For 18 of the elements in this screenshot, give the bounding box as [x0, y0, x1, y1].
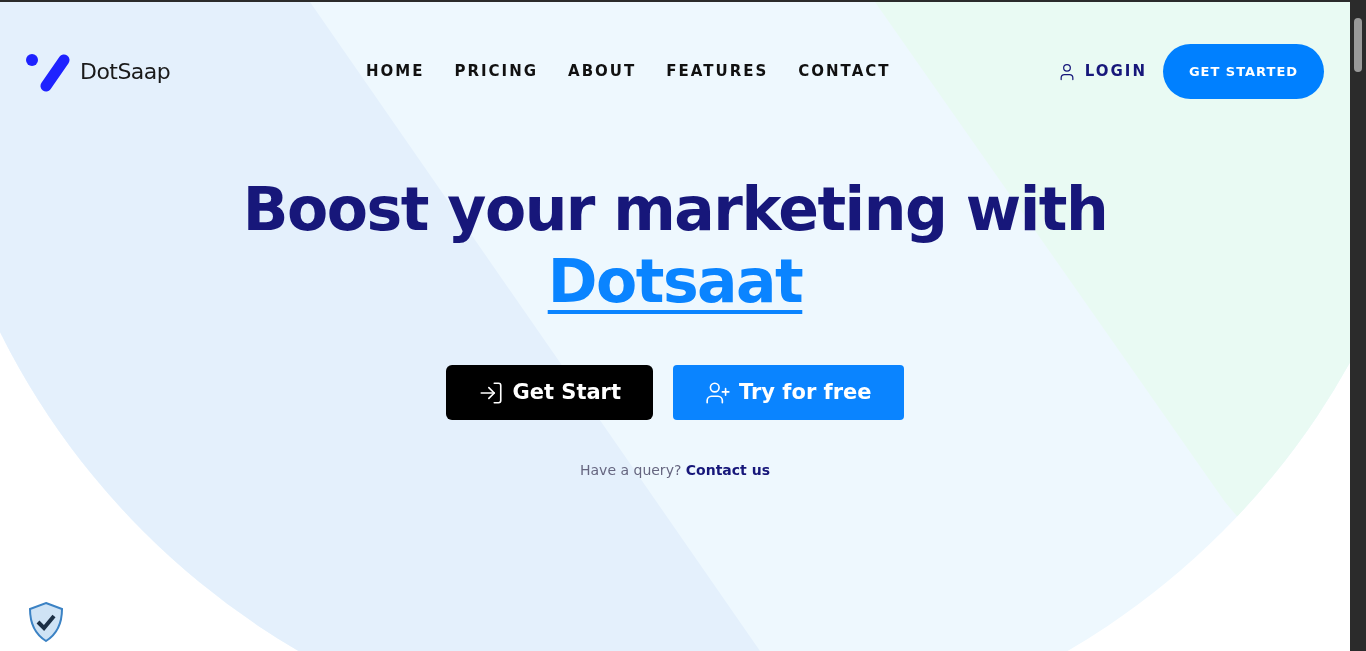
- try-free-button[interactable]: Try for free: [673, 365, 904, 420]
- logo-icon: [26, 51, 72, 92]
- get-start-button[interactable]: Get Start: [446, 365, 653, 420]
- query-text: Have a query? Contact us: [579, 461, 771, 480]
- hero-title: Boost your marketing with: [242, 173, 1108, 245]
- nav-link[interactable]: HOME: [366, 60, 425, 83]
- get-started-button[interactable]: GET STARTED: [1163, 44, 1324, 99]
- add-user-icon: [705, 379, 731, 406]
- sign-in-icon: [478, 379, 505, 406]
- logo-text: DotSaap: [80, 58, 171, 86]
- login-link[interactable]: LOGIN: [1056, 60, 1147, 83]
- nav-link[interactable]: PRICING: [454, 60, 539, 83]
- hero-highlight: Dotsaat: [547, 245, 803, 317]
- nav-link[interactable]: CONTACT: [798, 60, 891, 83]
- shield-check-icon[interactable]: [28, 601, 64, 643]
- nav-link[interactable]: ABOUT: [568, 60, 637, 83]
- contact-link[interactable]: Contact us: [685, 462, 770, 478]
- nav-link[interactable]: FEATURES: [666, 60, 769, 83]
